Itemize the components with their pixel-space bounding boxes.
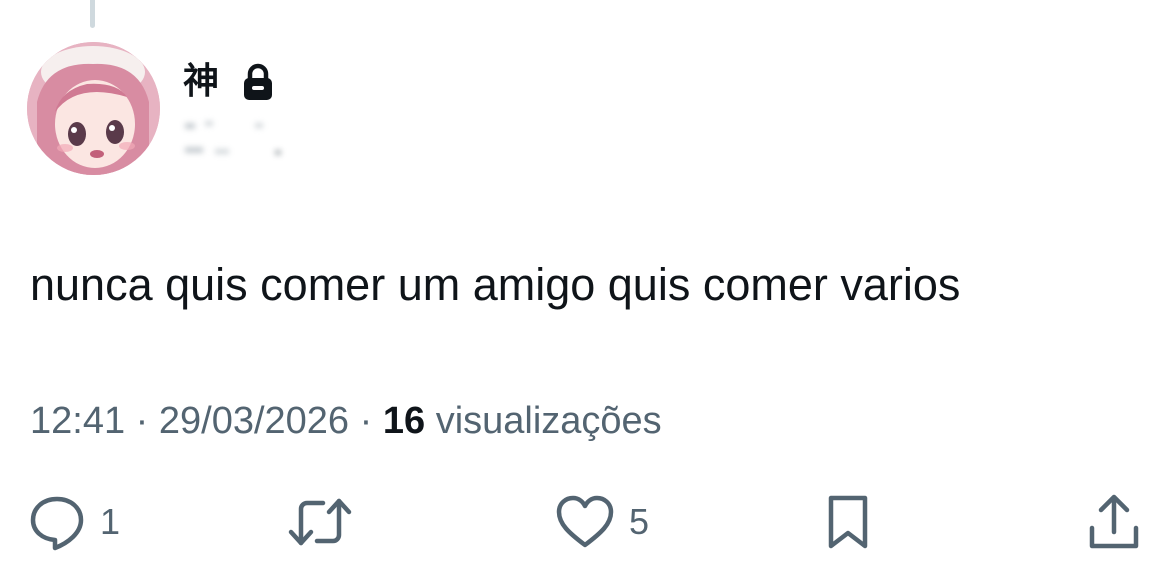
share-icon <box>1089 494 1139 549</box>
retweet-icon <box>288 498 352 546</box>
username-handle-obscured <box>185 121 281 155</box>
bookmark-button[interactable] <box>822 490 874 554</box>
post-metadata: 12:41 · 29/03/2026 · 16 visualizações <box>30 397 662 445</box>
thread-connector-line <box>90 0 95 28</box>
bookmark-icon <box>828 495 868 549</box>
post-date[interactable]: 29/03/2026 <box>159 400 349 442</box>
heart-icon <box>556 495 614 548</box>
share-button[interactable] <box>1084 490 1144 554</box>
action-bar: 1 5 <box>0 490 1170 554</box>
retweet-button[interactable] <box>285 490 355 554</box>
post-time[interactable]: 12:41 <box>30 400 125 442</box>
separator: · <box>135 400 149 442</box>
reply-button[interactable]: 1 <box>28 490 120 554</box>
reply-count: 1 <box>100 501 121 542</box>
post-text: nunca quis comer um amigo quis comer var… <box>30 259 961 310</box>
avatar[interactable] <box>27 42 160 175</box>
lock-icon <box>244 63 272 100</box>
views-label: visualizações <box>435 400 662 442</box>
like-count: 5 <box>629 501 650 542</box>
speech-bubble-icon <box>30 496 84 551</box>
views-count: 16 <box>382 400 426 442</box>
display-name[interactable]: 神 <box>183 58 219 106</box>
separator: · <box>359 400 373 442</box>
like-button[interactable]: 5 <box>555 490 649 554</box>
